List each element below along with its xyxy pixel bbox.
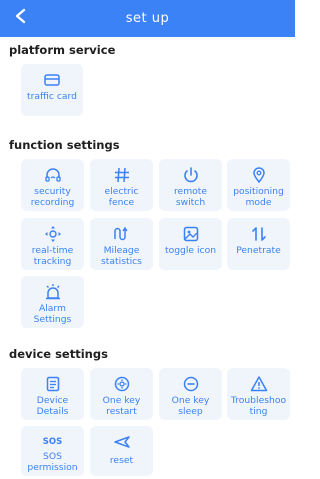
electric-fence-label: electric fence xyxy=(104,186,139,208)
one-key-restart-label: One key restart xyxy=(102,395,141,417)
image-icon xyxy=(182,225,200,243)
tracking-icon xyxy=(44,225,62,243)
restart-icon xyxy=(113,375,131,393)
hash-icon xyxy=(113,166,131,184)
arrows-updown-icon xyxy=(250,225,268,243)
alarm-icon xyxy=(44,283,62,301)
toggle-icon-button[interactable]: toggle icon xyxy=(159,218,222,270)
mileage-statistics-button[interactable]: Mileage statistics xyxy=(90,218,153,270)
penetrate-button[interactable]: Penetrate xyxy=(227,218,290,270)
remote-switch-label: remote switch xyxy=(173,186,208,208)
details-icon xyxy=(44,375,62,393)
page-title: set up xyxy=(125,11,170,26)
reset-icon xyxy=(113,433,131,451)
device-details-button[interactable]: Device Details xyxy=(21,368,84,420)
one-key-sleep-button[interactable]: One key sleep xyxy=(159,368,222,420)
sleep-icon xyxy=(182,375,200,393)
security-recording-label: security recording xyxy=(30,186,75,208)
warning-icon xyxy=(250,375,268,393)
security-recording-button[interactable]: security recording xyxy=(21,159,84,211)
section-title-device: device settings xyxy=(9,347,108,361)
penetrate-label: Penetrate xyxy=(236,245,281,256)
toggle-icon-label: toggle icon xyxy=(164,245,217,256)
positioning-mode-label: positioning mode xyxy=(233,186,284,208)
traffic-card-label: traffic card xyxy=(27,91,77,102)
troubleshooting-label: Troubleshooting xyxy=(230,395,287,417)
traffic-card-button[interactable]: traffic card xyxy=(21,64,83,116)
alarm-settings-label: Alarm Settings xyxy=(33,303,72,325)
card-icon xyxy=(43,71,61,89)
device-details-label: Device Details xyxy=(36,395,69,417)
reset-button[interactable]: reset xyxy=(90,426,153,476)
electric-fence-button[interactable]: electric fence xyxy=(90,159,153,211)
power-icon xyxy=(182,166,200,184)
sos-permission-button[interactable]: SOS SOS permission xyxy=(21,426,84,476)
sos-permission-label: SOS permission xyxy=(27,451,78,473)
positioning-mode-button[interactable]: positioning mode xyxy=(227,159,290,211)
reset-label: reset xyxy=(109,455,134,466)
one-key-restart-button[interactable]: One key restart xyxy=(90,368,153,420)
real-time-tracking-button[interactable]: real-time tracking xyxy=(21,218,84,270)
headset-icon xyxy=(44,166,62,184)
alarm-settings-button[interactable]: Alarm Settings xyxy=(21,276,84,328)
back-button[interactable] xyxy=(10,5,32,27)
mileage-icon xyxy=(113,225,131,243)
section-title-function: function settings xyxy=(9,138,120,152)
location-pin-icon xyxy=(250,166,268,184)
troubleshooting-button[interactable]: Troubleshooting xyxy=(227,368,290,420)
mileage-statistics-label: Mileage statistics xyxy=(101,245,142,267)
section-title-platform: platform service xyxy=(9,43,116,57)
chevron-left-icon xyxy=(15,8,26,24)
title-bar: set up xyxy=(0,0,295,37)
sos-icon: SOS xyxy=(42,437,63,447)
one-key-sleep-label: One key sleep xyxy=(171,395,210,417)
remote-switch-button[interactable]: remote switch xyxy=(159,159,222,211)
real-time-tracking-label: real-time tracking xyxy=(31,245,74,267)
